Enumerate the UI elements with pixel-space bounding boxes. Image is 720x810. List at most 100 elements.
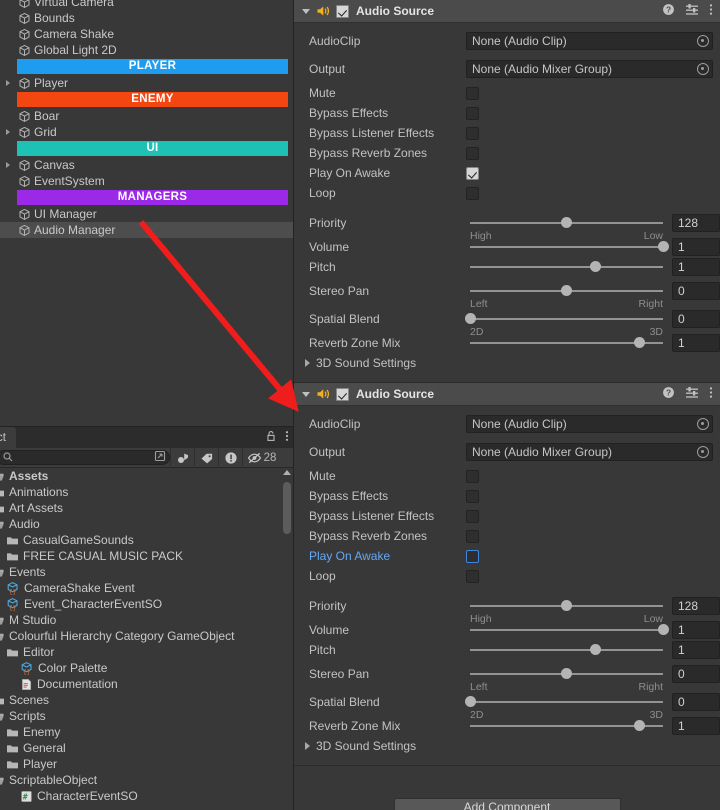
project-item-audio[interactable]: Audio	[0, 516, 293, 532]
project-scroll-up-arrow[interactable]	[283, 470, 291, 475]
project-item-free-casual-music-pack[interactable]: FREE CASUAL MUSIC PACK	[0, 548, 293, 564]
component-header[interactable]: Audio Source ?	[294, 383, 720, 406]
hierarchy-item-audio-manager[interactable]: Audio Manager	[0, 222, 293, 238]
project-item-events[interactable]: Events	[0, 564, 293, 580]
project-item-colourful-hierarchy-category-gameobject[interactable]: Colourful Hierarchy Category GameObject	[0, 628, 293, 644]
slider-handle[interactable]	[561, 600, 572, 611]
project-tree[interactable]: Assets Animations Art Assets Audio Casua…	[0, 468, 293, 810]
project-item-casualgamesounds[interactable]: CasualGameSounds	[0, 532, 293, 548]
slider-value-field[interactable]: 0	[672, 310, 720, 328]
object-field-audioclip[interactable]: None (Audio Clip)	[466, 32, 713, 50]
slider-value-field[interactable]: 128	[672, 597, 720, 615]
preset-icon[interactable]	[685, 3, 699, 21]
help-icon[interactable]: ?	[662, 386, 675, 404]
project-item-animations[interactable]: Animations	[0, 484, 293, 500]
checkbox-bypass-reverb-zones[interactable]	[466, 146, 479, 160]
checkbox-bypass-effects[interactable]	[466, 489, 479, 503]
hierarchy-item-grid[interactable]: Grid	[0, 124, 293, 140]
tab-project[interactable]: ject	[0, 427, 16, 448]
project-item-scenes[interactable]: Scenes	[0, 692, 293, 708]
project-item-assets[interactable]: Assets	[0, 468, 293, 484]
checkbox-bypass-effects[interactable]	[466, 106, 479, 120]
project-item-scripts[interactable]: Scripts	[0, 708, 293, 724]
foldout-arrow-icon[interactable]	[302, 391, 310, 397]
hierarchy-category-player[interactable]: PLAYER	[17, 59, 288, 74]
project-item-charactereventso[interactable]: # CharacterEventSO	[0, 788, 293, 804]
hierarchy-item-ui-manager[interactable]: UI Manager	[0, 206, 293, 222]
slider-handle[interactable]	[589, 644, 601, 655]
hierarchy-item-eventsystem[interactable]: EventSystem	[0, 173, 293, 189]
hierarchy-panel[interactable]: Virtual Camera Bounds Camera Shake Globa…	[0, 0, 293, 426]
slider-handle[interactable]	[634, 337, 646, 348]
hierarchy-item-bounds[interactable]: Bounds	[0, 10, 293, 26]
slider-handle[interactable]	[657, 241, 669, 252]
slider-value-field[interactable]: 1	[672, 621, 720, 639]
checkbox-bypass-reverb-zones[interactable]	[466, 529, 479, 543]
checkbox-bypass-listener-effects[interactable]	[466, 509, 479, 523]
project-panel[interactable]: ject	[0, 426, 293, 810]
checkbox-loop[interactable]	[466, 186, 479, 200]
slider-value-field[interactable]: 1	[672, 258, 720, 276]
slider-reverb-zone-mix[interactable]	[466, 716, 667, 736]
project-item-general[interactable]: General	[0, 740, 293, 756]
hierarchy-item-player[interactable]: Player	[0, 75, 293, 91]
expand-arrow-icon[interactable]	[6, 162, 10, 168]
hierarchy-category-ui[interactable]: UI	[17, 141, 288, 156]
project-item-scriptableobject[interactable]: ScriptableObject	[0, 772, 293, 788]
warning-icon[interactable]	[218, 447, 242, 468]
component-enable-checkbox[interactable]	[336, 4, 349, 18]
checkbox-play-on-awake[interactable]	[466, 549, 479, 563]
slider-priority[interactable]: High Low	[466, 213, 667, 242]
object-picker-icon[interactable]	[697, 418, 709, 430]
object-field-audioclip[interactable]: None (Audio Clip)	[466, 415, 713, 433]
checkbox-loop[interactable]	[466, 569, 479, 583]
hierarchy-item-virtual-camera[interactable]: Virtual Camera	[0, 0, 293, 10]
slider-handle[interactable]	[464, 696, 476, 707]
slider-value-field[interactable]: 0	[672, 665, 720, 683]
slider-pitch[interactable]	[466, 640, 667, 660]
project-item-editor[interactable]: Editor	[0, 644, 293, 660]
project-item-color-palette[interactable]: {} Color Palette	[0, 660, 293, 676]
search-field[interactable]	[0, 450, 170, 465]
slider-priority[interactable]: High Low	[466, 596, 667, 625]
slider-value-field[interactable]: 1	[672, 238, 720, 256]
lock-icon[interactable]	[265, 429, 277, 447]
hierarchy-category-enemy[interactable]: ENEMY	[17, 92, 288, 107]
slider-value-field[interactable]: 0	[672, 693, 720, 711]
slider-handle[interactable]	[561, 217, 572, 228]
project-scrollbar-thumb[interactable]	[283, 482, 291, 534]
component-header[interactable]: Audio Source ?	[294, 0, 720, 23]
expand-arrow-icon[interactable]	[305, 742, 310, 750]
slider-handle[interactable]	[634, 720, 646, 731]
kebab-menu-icon[interactable]	[285, 429, 289, 447]
inspector-panel[interactable]: Audio Source ? AudioClip None (Audio Cli…	[293, 0, 720, 810]
slider-value-field[interactable]: 128	[672, 214, 720, 232]
slider-handle[interactable]	[561, 285, 572, 296]
hierarchy-category-managers[interactable]: MANAGERS	[17, 190, 288, 205]
favorites-icon[interactable]	[170, 447, 194, 468]
object-field-output[interactable]: None (Audio Mixer Group)	[466, 60, 713, 78]
object-picker-icon[interactable]	[697, 446, 709, 458]
foldout-arrow-icon[interactable]	[302, 8, 310, 14]
kebab-menu-icon[interactable]	[709, 386, 713, 404]
slider-volume[interactable]	[466, 620, 669, 640]
slider-value-field[interactable]: 1	[672, 641, 720, 659]
component-enable-checkbox[interactable]	[336, 387, 349, 401]
label-icon[interactable]	[194, 447, 218, 468]
foldout-3d-sound-settings[interactable]: 3D Sound Settings	[294, 736, 720, 756]
hierarchy-item-canvas[interactable]: Canvas	[0, 157, 293, 173]
project-item-player[interactable]: Player	[0, 756, 293, 772]
object-picker-icon[interactable]	[697, 63, 709, 75]
slider-spatial-blend[interactable]: 2D 3D	[464, 309, 667, 338]
slider-handle[interactable]	[657, 624, 669, 635]
checkbox-bypass-listener-effects[interactable]	[466, 126, 479, 140]
project-item-m-studio[interactable]: M Studio	[0, 612, 293, 628]
slider-stereo-pan[interactable]: Left Right	[466, 281, 667, 310]
slider-volume[interactable]	[466, 237, 669, 257]
hidden-items-icon[interactable]: 28	[242, 447, 280, 468]
slider-pitch[interactable]	[466, 257, 667, 277]
project-item-event-charactereventso[interactable]: {} Event_CharacterEventSO	[0, 596, 293, 612]
project-item-enemy[interactable]: Enemy	[0, 724, 293, 740]
hierarchy-item-boar[interactable]: Boar	[0, 108, 293, 124]
project-item-documentation[interactable]: Documentation	[0, 676, 293, 692]
